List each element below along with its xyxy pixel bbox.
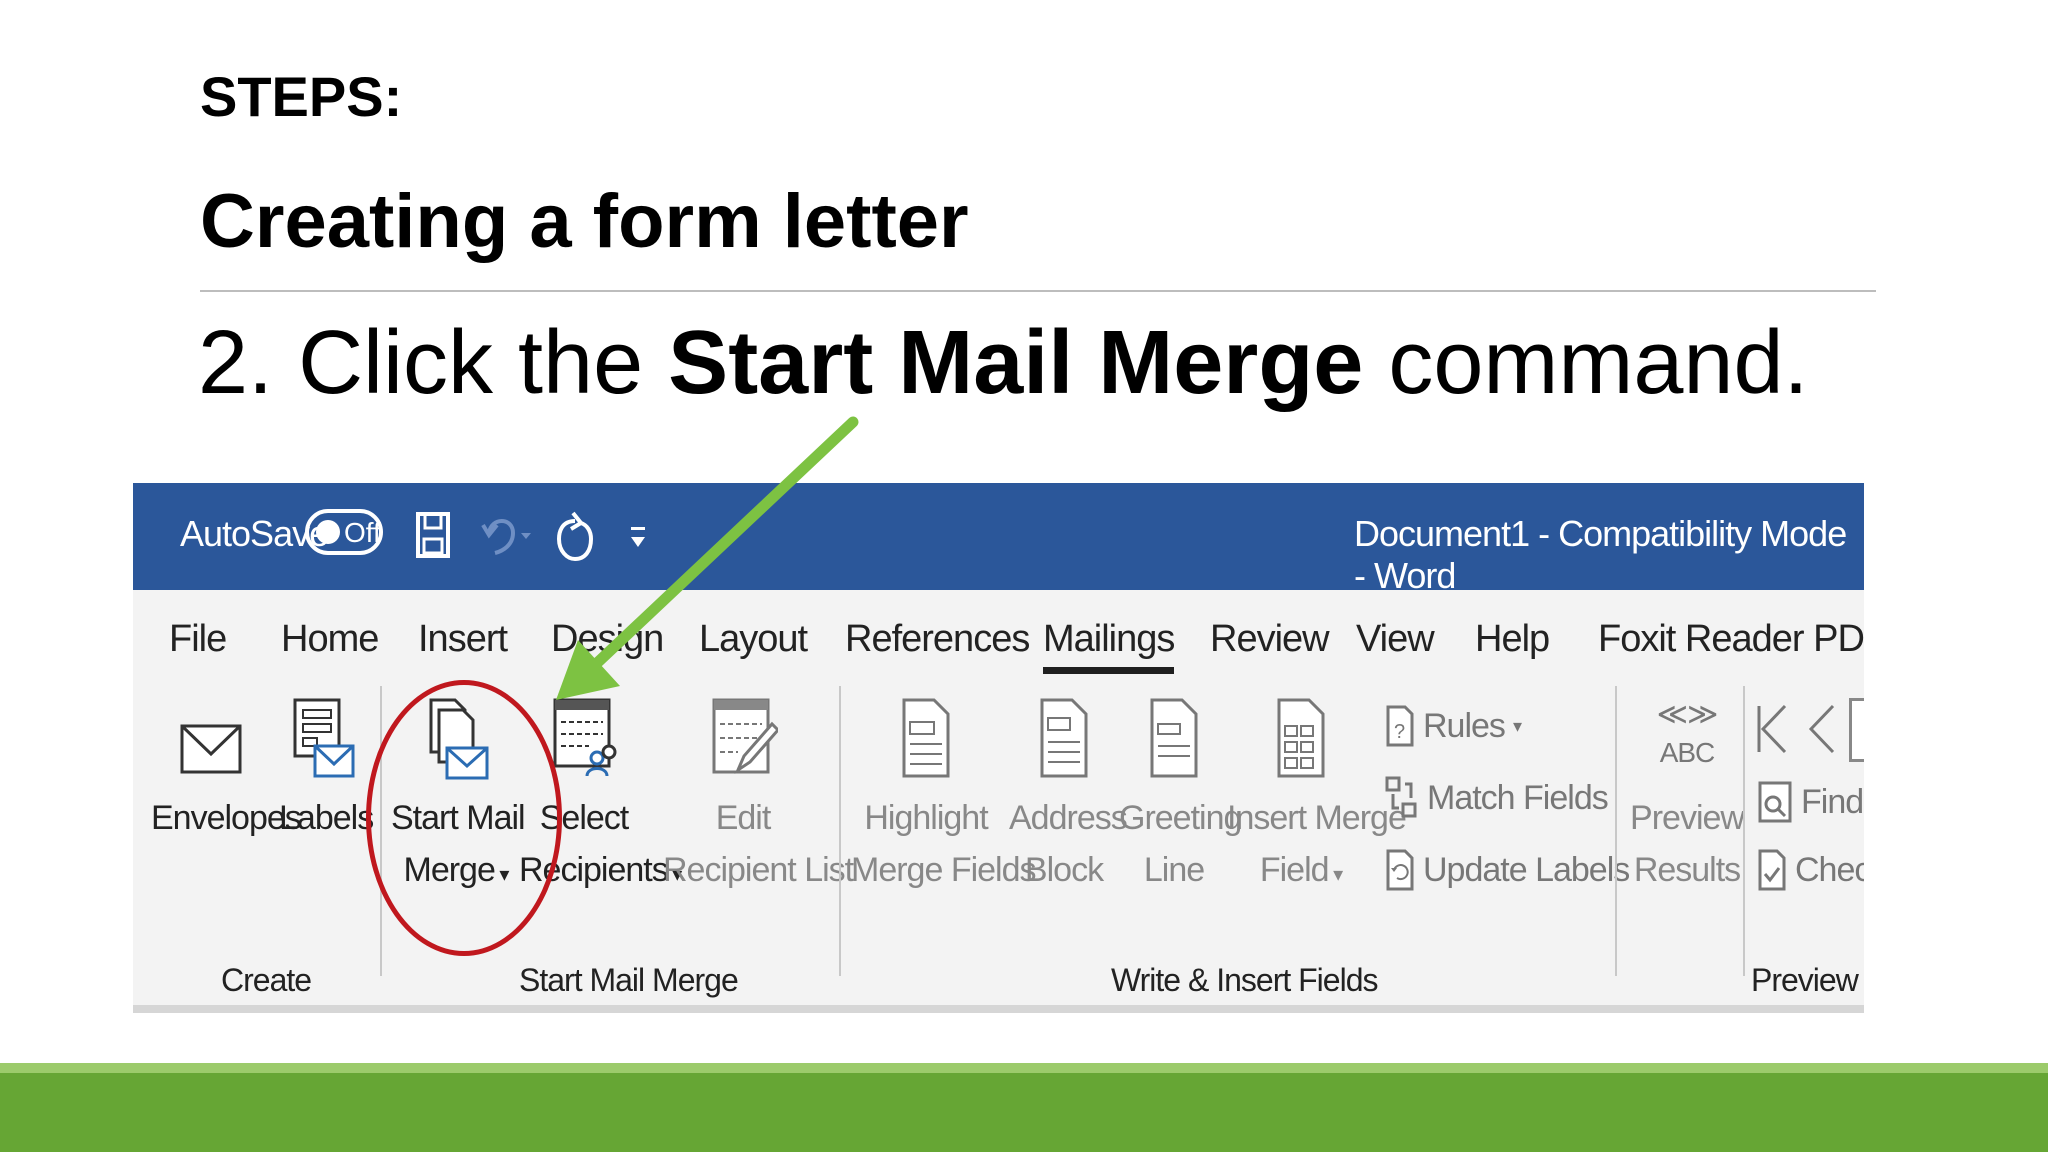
greeting-line-icon bbox=[1150, 698, 1198, 778]
document-area-edge bbox=[133, 1005, 1864, 1013]
group-label-start-mail-merge: Start Mail Merge bbox=[519, 962, 739, 998]
title-divider bbox=[200, 290, 1876, 292]
previous-record-icon[interactable] bbox=[1805, 702, 1837, 761]
insert-merge-field-icon bbox=[1277, 698, 1325, 778]
find-recipient-button[interactable]: Find F bbox=[1757, 780, 1864, 824]
edit-recipient-list-icon bbox=[712, 698, 778, 775]
ribbon-tabs: File Home Insert Design Layout Reference… bbox=[133, 590, 1864, 676]
greeting-line-label-2: Line bbox=[1143, 851, 1205, 889]
check-for-errors-icon bbox=[1758, 849, 1786, 891]
greeting-line-label-1: Greeting bbox=[1119, 799, 1242, 837]
preview-results-label-2: Results bbox=[1633, 851, 1741, 889]
insert-merge-field-label-1: Insert Merge bbox=[1227, 799, 1407, 837]
slide-heading: STEPS: bbox=[200, 65, 403, 128]
labels-icon bbox=[293, 698, 355, 778]
footer-band-highlight bbox=[0, 1063, 2048, 1073]
autosave-state: Off bbox=[344, 517, 381, 548]
group-label-create: Create bbox=[221, 962, 312, 998]
instruction-prefix: 2. Click the bbox=[198, 313, 669, 413]
tab-insert[interactable]: Insert bbox=[418, 618, 508, 661]
preview-results-button[interactable]: ≪≫ ABC Preview Results bbox=[1627, 696, 1747, 896]
find-recipient-icon bbox=[1758, 781, 1792, 823]
group-label-write-insert-fields: Write & Insert Fields bbox=[1111, 962, 1378, 998]
tab-review[interactable]: Review bbox=[1210, 618, 1330, 661]
separator bbox=[839, 686, 841, 976]
labels-button[interactable]: Labels bbox=[279, 696, 374, 896]
insert-merge-field-button[interactable]: Insert Merge Field ▾ bbox=[1227, 696, 1407, 901]
preview-abc-label: ABC bbox=[1659, 737, 1716, 768]
instruction-text: 2. Click the Start Mail Merge command. bbox=[198, 312, 1809, 415]
highlight-merge-fields-button[interactable]: Highlight Merge Fields bbox=[851, 696, 1037, 896]
tab-design[interactable]: Design bbox=[551, 618, 664, 661]
select-recipients-icon bbox=[553, 698, 617, 777]
toggle-knob bbox=[316, 520, 340, 544]
address-block-label-1: Address bbox=[1009, 799, 1128, 837]
preview-results-icon: ≪≫ ABC bbox=[1656, 698, 1719, 768]
check-for-errors-button[interactable]: Check bbox=[1757, 848, 1864, 892]
tab-foxit-reader-pdf[interactable]: Foxit Reader PDF bbox=[1598, 618, 1864, 661]
rules-label: Rules bbox=[1423, 706, 1506, 745]
group-label-preview-results: Preview Re bbox=[1751, 962, 1864, 998]
title-bar: AutoSave Off Document1 - Compatibility M… bbox=[133, 483, 1864, 596]
rules-icon: ? bbox=[1386, 705, 1414, 747]
instruction-suffix: command. bbox=[1363, 313, 1809, 413]
preview-results-label-1: Preview bbox=[1630, 799, 1745, 837]
update-labels-icon bbox=[1386, 849, 1414, 891]
envelope-icon bbox=[180, 724, 242, 774]
update-labels-label: Update Labels bbox=[1423, 850, 1630, 889]
dropdown-caret-icon: ▾ bbox=[1512, 715, 1522, 736]
address-block-icon bbox=[1040, 698, 1088, 778]
document-title: Document1 - Compatibility Mode - Word bbox=[1354, 513, 1847, 596]
instruction-bold: Start Mail Merge bbox=[668, 313, 1364, 413]
slide-subtitle: Creating a form letter bbox=[200, 179, 969, 264]
highlight-label-1: Highlight bbox=[864, 799, 988, 837]
undo-icon[interactable] bbox=[479, 511, 535, 567]
highlight-circle bbox=[366, 680, 562, 956]
footer-band bbox=[0, 1063, 2048, 1152]
check-for-errors-label: Check bbox=[1795, 850, 1864, 889]
rules-button[interactable]: ? Rules ▾ bbox=[1385, 704, 1522, 748]
save-icon[interactable] bbox=[415, 511, 451, 567]
tab-mailings[interactable]: Mailings bbox=[1043, 618, 1175, 674]
first-record-icon[interactable] bbox=[1755, 702, 1789, 761]
tab-layout[interactable]: Layout bbox=[699, 618, 808, 661]
separator bbox=[1743, 686, 1745, 976]
customize-qat-icon[interactable] bbox=[628, 523, 648, 559]
edit-recipient-label-1: Edit bbox=[715, 799, 772, 837]
tab-file[interactable]: File bbox=[169, 618, 227, 661]
svg-text:?: ? bbox=[1394, 721, 1405, 743]
tab-home[interactable]: Home bbox=[281, 618, 379, 661]
tab-help[interactable]: Help bbox=[1475, 618, 1550, 661]
insert-merge-field-label-2: Field bbox=[1259, 851, 1330, 889]
tab-view[interactable]: View bbox=[1356, 618, 1435, 661]
address-block-label-2: Block bbox=[1024, 851, 1104, 889]
tab-references[interactable]: References bbox=[845, 618, 1030, 661]
record-number-box[interactable] bbox=[1849, 698, 1864, 762]
redo-icon[interactable] bbox=[553, 511, 597, 571]
match-fields-icon bbox=[1385, 776, 1417, 818]
find-recipient-label: Find F bbox=[1801, 782, 1864, 821]
separator bbox=[1615, 686, 1617, 976]
dropdown-caret-icon: ▾ bbox=[1328, 864, 1343, 886]
edit-recipient-list-button[interactable]: Edit Recipient List bbox=[663, 696, 854, 896]
labels-label: Labels bbox=[279, 799, 374, 837]
update-labels-button[interactable]: Update Labels bbox=[1385, 848, 1630, 892]
match-fields-button[interactable]: Match Fields bbox=[1385, 776, 1609, 820]
autosave-toggle[interactable]: Off bbox=[305, 509, 383, 555]
edit-recipient-label-2: Recipient List bbox=[663, 851, 854, 889]
envelopes-button[interactable]: Envelopes bbox=[151, 716, 302, 896]
highlight-merge-fields-icon bbox=[902, 698, 950, 778]
highlight-label-2: Merge Fields bbox=[851, 851, 1037, 889]
greeting-line-button[interactable]: Greeting Line bbox=[1119, 696, 1242, 896]
address-block-button[interactable]: Address Block bbox=[1009, 696, 1128, 896]
match-fields-label: Match Fields bbox=[1427, 778, 1609, 817]
